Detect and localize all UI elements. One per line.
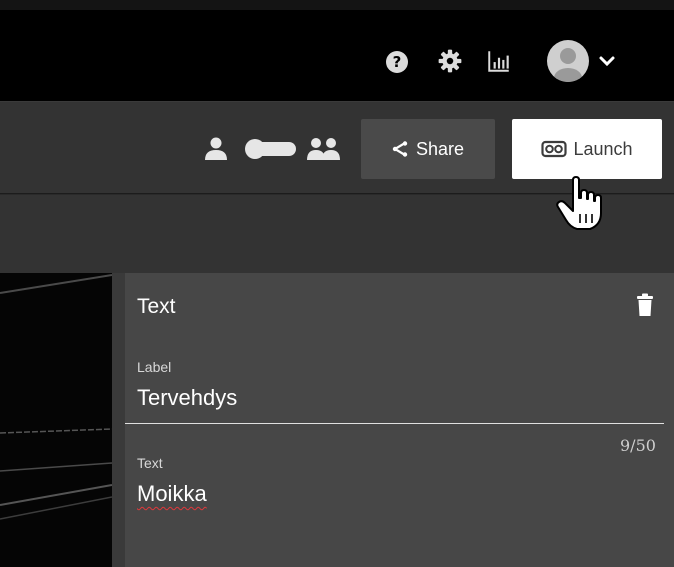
label-field[interactable]: Tervehdys xyxy=(137,385,237,411)
help-icon[interactable]: ? xyxy=(386,51,408,73)
panel-gutter xyxy=(112,273,125,567)
text-field[interactable]: Moikka xyxy=(137,481,207,507)
user-avatar-icon xyxy=(554,48,582,82)
top-edge xyxy=(0,0,674,10)
audience-toggle[interactable] xyxy=(204,136,344,162)
share-button[interactable]: Share xyxy=(361,119,495,179)
label-field-caption: Label xyxy=(137,359,172,375)
label-field-underline xyxy=(125,423,664,424)
launch-label: Launch xyxy=(573,138,633,159)
chevron-down-icon[interactable] xyxy=(598,54,616,68)
launch-button[interactable]: Launch xyxy=(512,119,662,179)
single-user-icon xyxy=(205,137,227,160)
properties-panel: Text Label Tervehdys 9/50 Text Moikka xyxy=(125,273,674,567)
scene-viewport[interactable] xyxy=(0,273,112,567)
multi-user-icon xyxy=(307,138,340,160)
gear-icon[interactable] xyxy=(437,48,463,74)
trash-icon[interactable] xyxy=(636,293,654,317)
character-counter: 9/50 xyxy=(620,436,656,455)
top-navigation-bar: ? xyxy=(0,0,674,102)
text-field-caption: Text xyxy=(137,455,163,471)
scene-lines xyxy=(0,274,112,520)
toggle-switch[interactable] xyxy=(245,139,296,159)
stats-icon[interactable] xyxy=(486,48,512,74)
share-icon xyxy=(392,141,408,157)
avatar[interactable] xyxy=(547,40,589,82)
vr-headset-icon xyxy=(541,140,568,158)
hand-cursor-icon xyxy=(556,176,602,230)
share-label: Share xyxy=(415,138,465,159)
panel-title: Text xyxy=(137,295,176,318)
